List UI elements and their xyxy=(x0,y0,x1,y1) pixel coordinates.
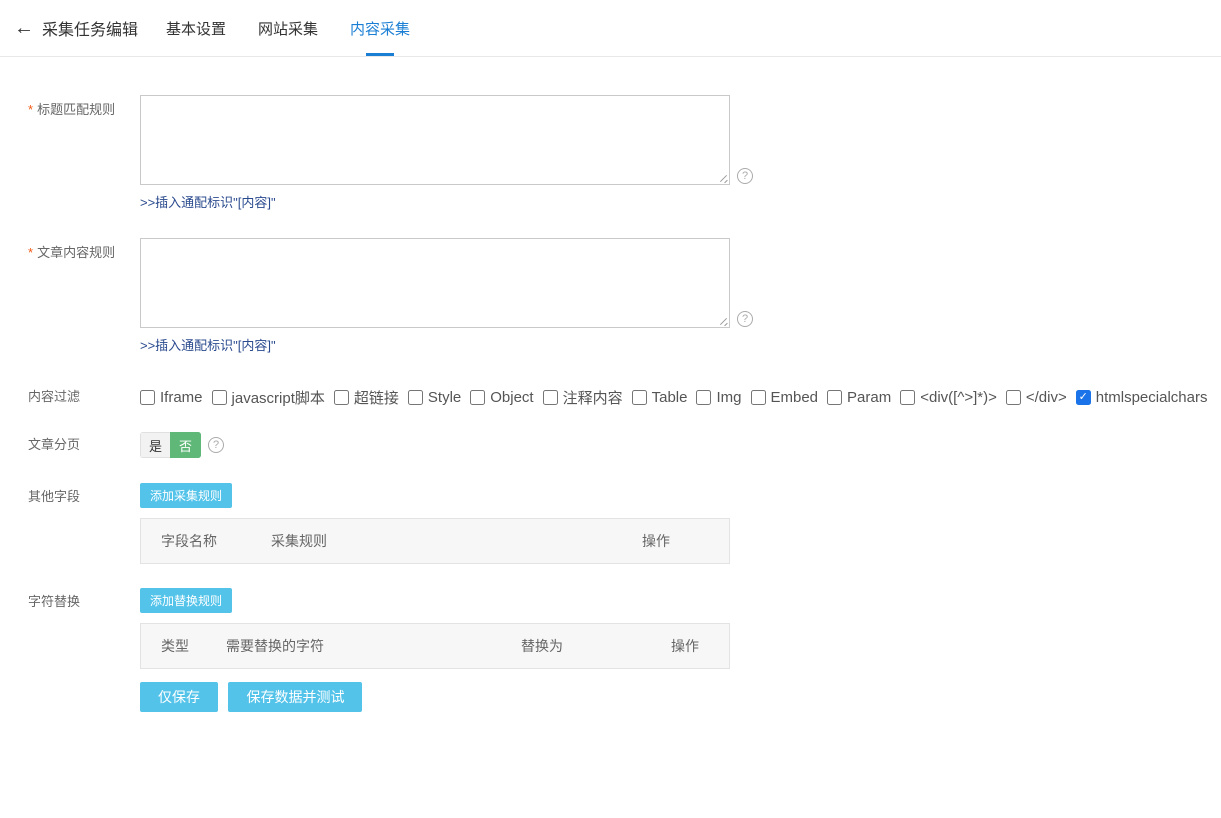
pagination-yes-button[interactable]: 是 xyxy=(140,432,170,458)
checkbox-icon[interactable] xyxy=(334,390,349,405)
help-icon[interactable]: ? xyxy=(737,168,753,184)
column-header: 字段名称 xyxy=(141,531,251,551)
resize-handle-icon[interactable] xyxy=(718,316,728,326)
title-rule-textarea[interactable] xyxy=(140,95,730,185)
other-fields-table: 字段名称 采集规则 操作 xyxy=(140,518,730,564)
save-only-button[interactable]: 仅保存 xyxy=(140,682,218,712)
checkbox-icon[interactable] xyxy=(632,390,647,405)
filter-option-4[interactable]: Object xyxy=(470,389,533,406)
checkbox-icon[interactable]: ✓ xyxy=(1076,390,1091,405)
char-replace-row: 字符替换 添加替换规则 类型 需要替换的字符 替换为 操作 xyxy=(0,588,1221,669)
tab-label: 网站采集 xyxy=(258,18,318,39)
header: ← 采集任务编辑 基本设置 网站采集 内容采集 xyxy=(0,0,1221,57)
pagination-row: 文章分页 是 否 ? xyxy=(0,432,1221,458)
other-fields-label: 其他字段 xyxy=(0,483,140,564)
filter-option-7[interactable]: Img xyxy=(696,389,741,406)
required-asterisk: * xyxy=(28,245,33,260)
filter-option-2[interactable]: 超链接 xyxy=(334,387,399,408)
filter-option-5[interactable]: 注释内容 xyxy=(543,387,623,408)
column-header: 替换为 xyxy=(501,636,651,656)
content-rule-textarea[interactable] xyxy=(140,238,730,328)
content-filter-options: Iframe javascript脚本 超链接 Style Object 注释内… xyxy=(140,387,1216,408)
help-icon[interactable]: ? xyxy=(208,437,224,453)
checkbox-icon[interactable] xyxy=(212,390,227,405)
checkbox-label: 注释内容 xyxy=(563,387,623,408)
column-header: 类型 xyxy=(141,636,206,656)
char-replace-table-header: 类型 需要替换的字符 替换为 操作 xyxy=(141,624,729,668)
help-icon[interactable]: ? xyxy=(737,311,753,327)
back-arrow-icon[interactable]: ← xyxy=(14,18,36,38)
page-title: 采集任务编辑 xyxy=(42,16,138,40)
add-replace-rule-button[interactable]: 添加替换规则 xyxy=(140,588,232,613)
checkbox-icon[interactable] xyxy=(140,390,155,405)
pagination-label: 文章分页 xyxy=(0,436,140,454)
filter-option-6[interactable]: Table xyxy=(632,389,688,406)
checkbox-icon[interactable] xyxy=(470,390,485,405)
tab-label: 基本设置 xyxy=(166,18,226,39)
checkbox-icon[interactable] xyxy=(827,390,842,405)
checkbox-label: htmlspecialchars xyxy=(1096,389,1208,406)
checkbox-label: javascript脚本 xyxy=(232,387,325,408)
checkbox-label: Embed xyxy=(771,389,819,406)
checkbox-label: Param xyxy=(847,389,891,406)
tab-网站采集[interactable]: 网站采集 xyxy=(242,0,334,56)
tab-内容采集[interactable]: 内容采集 xyxy=(334,0,426,56)
checkbox-icon[interactable] xyxy=(543,390,558,405)
checkbox-label: Style xyxy=(428,389,461,406)
checkbox-label: Table xyxy=(652,389,688,406)
save-and-test-button[interactable]: 保存数据并测试 xyxy=(228,682,362,712)
content-filter-label: 内容过滤 xyxy=(0,388,140,406)
other-fields-table-header: 字段名称 采集规则 操作 xyxy=(141,519,729,563)
checkbox-label: Iframe xyxy=(160,389,203,406)
filter-option-10[interactable]: <div([^>]*)> xyxy=(900,389,997,406)
char-replace-label: 字符替换 xyxy=(0,588,140,669)
column-header: 操作 xyxy=(651,636,729,656)
checkbox-icon[interactable] xyxy=(696,390,711,405)
pagination-toggle: 是 否 xyxy=(140,432,201,458)
content-rule-label: *文章内容规则 xyxy=(0,238,140,355)
filter-option-8[interactable]: Embed xyxy=(751,389,819,406)
filter-option-11[interactable]: </div> xyxy=(1006,389,1067,406)
column-header: 采集规则 xyxy=(251,531,622,551)
checkbox-icon[interactable] xyxy=(1006,390,1021,405)
other-fields-row: 其他字段 添加采集规则 字段名称 采集规则 操作 xyxy=(0,483,1221,564)
checkbox-icon[interactable] xyxy=(408,390,423,405)
insert-wildcard-link[interactable]: >>插入通配标识"[内容]" xyxy=(140,337,276,355)
tab-label: 内容采集 xyxy=(350,18,410,39)
filter-option-9[interactable]: Param xyxy=(827,389,891,406)
filter-option-0[interactable]: Iframe xyxy=(140,389,203,406)
add-collect-rule-button[interactable]: 添加采集规则 xyxy=(140,483,232,508)
checkbox-icon[interactable] xyxy=(900,390,915,405)
filter-option-3[interactable]: Style xyxy=(408,389,461,406)
column-header: 需要替换的字符 xyxy=(206,636,501,656)
checkbox-label: Img xyxy=(716,389,741,406)
actions-row: 仅保存 保存数据并测试 xyxy=(0,682,1221,712)
column-header: 操作 xyxy=(622,531,729,551)
resize-handle-icon[interactable] xyxy=(718,173,728,183)
checkbox-label: </div> xyxy=(1026,389,1067,406)
content-rule-row: *文章内容规则 ? >>插入通配标识"[内容]" xyxy=(0,238,1221,355)
content-filter-row: 内容过滤 Iframe javascript脚本 超链接 Style Objec… xyxy=(0,387,1221,408)
char-replace-table: 类型 需要替换的字符 替换为 操作 xyxy=(140,623,730,669)
filter-option-1[interactable]: javascript脚本 xyxy=(212,387,325,408)
checkbox-label: Object xyxy=(490,389,533,406)
filter-option-12[interactable]: ✓ htmlspecialchars xyxy=(1076,389,1208,406)
checkbox-label: <div([^>]*)> xyxy=(920,389,997,406)
pagination-no-button[interactable]: 否 xyxy=(170,432,201,458)
tabs: 基本设置 网站采集 内容采集 xyxy=(150,0,426,56)
title-rule-row: *标题匹配规则 ? >>插入通配标识"[内容]" xyxy=(0,95,1221,212)
checkbox-label: 超链接 xyxy=(354,387,399,408)
content-collection-form: *标题匹配规则 ? >>插入通配标识"[内容]" *文章内容规则 xyxy=(0,95,1221,712)
required-asterisk: * xyxy=(28,102,33,117)
title-rule-label: *标题匹配规则 xyxy=(0,95,140,212)
insert-wildcard-link[interactable]: >>插入通配标识"[内容]" xyxy=(140,194,276,212)
checkbox-icon[interactable] xyxy=(751,390,766,405)
tab-基本设置[interactable]: 基本设置 xyxy=(150,0,242,56)
